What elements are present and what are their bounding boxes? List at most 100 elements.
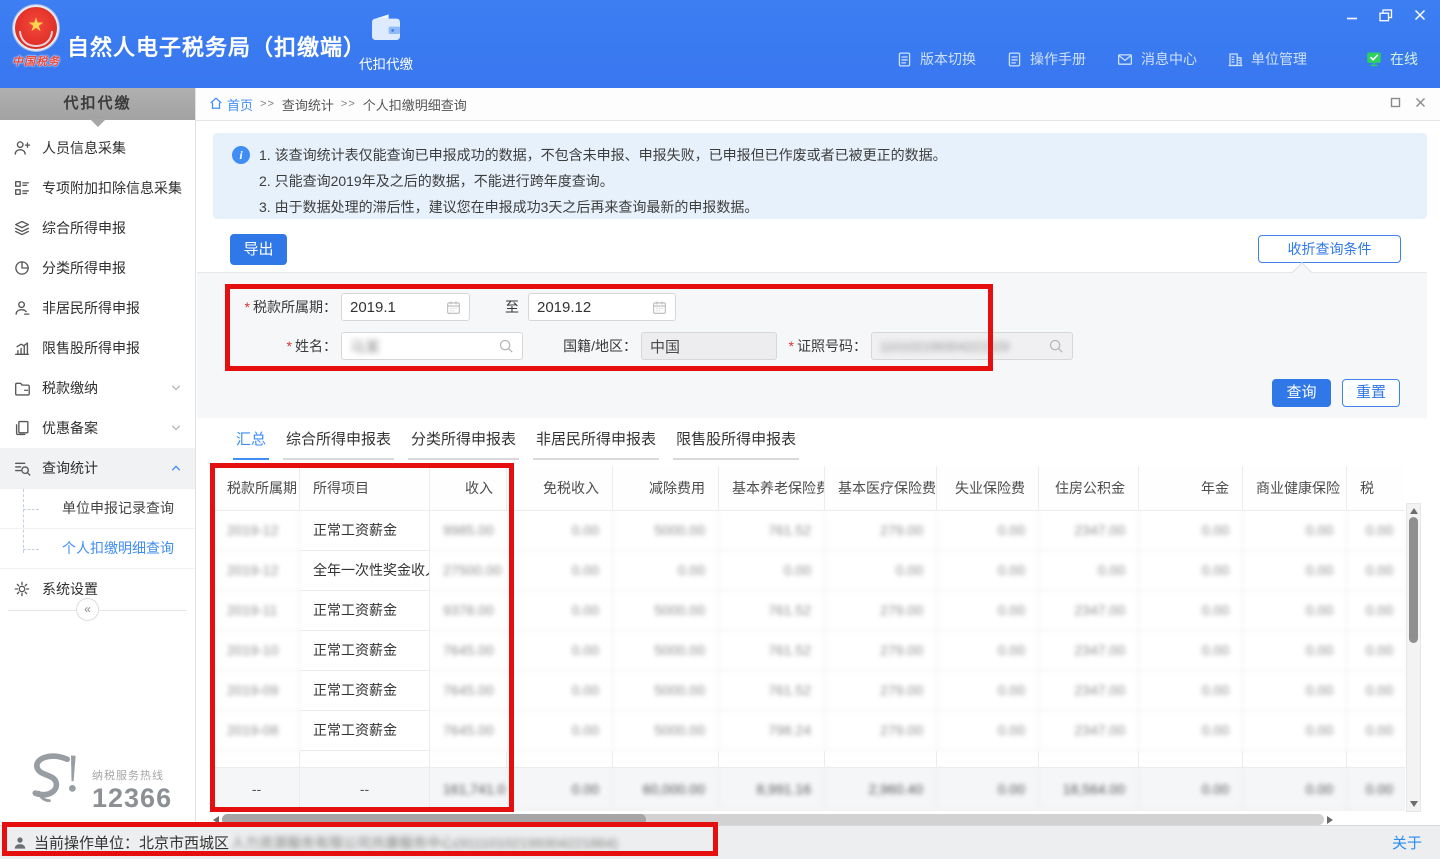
nav-item-单位管理[interactable]: 单位管理	[1227, 49, 1307, 69]
cell-value: 2347.00	[1039, 671, 1139, 711]
sidebar-item-非居民所得申报[interactable]: 非居民所得申报	[0, 288, 195, 328]
cell-value: 0.00	[937, 551, 1039, 591]
tab-分类所得申报表[interactable]: 分类所得申报表	[408, 428, 519, 460]
export-button[interactable]: 导出	[230, 234, 287, 265]
cell	[430, 751, 507, 768]
cell-value: 0.00	[1347, 671, 1405, 711]
redacted-unit-detail: 人力资源服务有限公司共康服务中心(91110102199304221864)	[231, 833, 618, 853]
table-row[interactable]: 2019-09正常工资薪金7645.000.005000.00761.52279…	[214, 671, 1405, 711]
info-icon: i	[232, 146, 250, 164]
table-body: 2019-12正常工资薪金9985.000.005000.00761.52279…	[214, 511, 1405, 811]
cell-value: 0.00	[719, 551, 825, 591]
table-row[interactable]: 2019-08正常工资薪金7645.000.005000.00798.24279…	[214, 711, 1405, 751]
column-header-减除费用: 减除费用	[613, 466, 719, 511]
summary-cell: 2,960.40	[825, 768, 937, 811]
sidebar-item-专项附加扣除信息采集[interactable]: 专项附加扣除信息采集	[0, 168, 195, 208]
sidebar-item-查询统计[interactable]: 查询统计	[0, 448, 195, 488]
search-icon	[498, 338, 514, 354]
cell-value: 5000.00	[613, 631, 719, 671]
vertical-scroll-thumb[interactable]	[1409, 517, 1418, 643]
sidebar-item-人员信息采集[interactable]: 人员信息采集	[0, 128, 195, 168]
calendar-icon	[446, 300, 461, 315]
scroll-down-arrow[interactable]	[1410, 801, 1418, 807]
notice-line: 1. 该查询统计表仅能查询已申报成功的数据，不包含未申报、申报失败，已申报但已作…	[259, 142, 947, 168]
vertical-scrollbar[interactable]	[1406, 503, 1421, 812]
cell: ..	[300, 751, 430, 768]
cell-value: 0.00	[507, 511, 613, 551]
scroll-right-arrow[interactable]	[1327, 816, 1333, 824]
results-table: 税款所属期所得项目收入免税收入减除费用基本养老保险费基本医疗保险费失业保险费住房…	[213, 466, 1405, 811]
close-button[interactable]	[1412, 8, 1428, 22]
cell-value: 9378.00	[430, 591, 507, 631]
table-row[interactable]: 2019-10正常工资薪金7645.000.005000.00761.52279…	[214, 631, 1405, 671]
doc-icon	[896, 51, 913, 68]
name-input[interactable]: 马某	[341, 332, 523, 360]
cell	[1243, 751, 1347, 768]
table-header: 税款所属期所得项目收入免税收入减除费用基本养老保险费基本医疗保险费失业保险费住房…	[214, 466, 1405, 511]
query-button[interactable]: 查询	[1272, 379, 1331, 407]
column-header-年金: 年金	[1139, 466, 1243, 511]
tab-综合所得申报表[interactable]: 综合所得申报表	[283, 428, 394, 460]
cell-value: 279.00	[825, 711, 937, 751]
nav-item-消息中心[interactable]: 消息中心	[1116, 49, 1197, 69]
name-label: *姓名：	[225, 332, 337, 360]
sidebar-subitem-单位申报记录查询[interactable]: 单位申报记录查询	[0, 489, 195, 529]
current-unit-prefix: 当前操作单位：	[34, 832, 139, 853]
pane-maximize-icon[interactable]	[1390, 97, 1401, 108]
table-row[interactable]: 2019-12全年一次性奖金收入27500.000.000.000.000.00…	[214, 551, 1405, 591]
cell-value: 0.00	[1243, 711, 1347, 751]
period-to-input[interactable]: 2019.12	[528, 293, 676, 321]
horizontal-scrollbar[interactable]	[213, 814, 1333, 825]
scroll-up-arrow[interactable]	[1410, 508, 1418, 514]
about-link[interactable]: 关于	[1392, 832, 1422, 853]
id-number-input[interactable]: 110102199304221529	[871, 332, 1073, 360]
hotline-number: 12366	[92, 783, 172, 813]
table-row[interactable]: 2019-12正常工资薪金9985.000.005000.00761.52279…	[214, 511, 1405, 551]
horizontal-scroll-thumb[interactable]	[222, 814, 646, 825]
table-row[interactable]: 2019-11正常工资薪金9378.000.005000.00761.52279…	[214, 591, 1405, 631]
tab-汇总[interactable]: 汇总	[233, 428, 269, 460]
sidebar-item-优惠备案[interactable]: 优惠备案	[0, 408, 195, 448]
sidebar-item-分类所得申报[interactable]: 分类所得申报	[0, 248, 195, 288]
cell-value: 0.00	[507, 711, 613, 751]
cell-value: 0.00	[1243, 591, 1347, 631]
tab-非居民所得申报表[interactable]: 非居民所得申报表	[533, 428, 659, 460]
chevron-down-icon	[170, 422, 182, 434]
breadcrumb-home-link[interactable]: 首页	[209, 95, 253, 114]
nav-item-操作手册[interactable]: 操作手册	[1006, 49, 1086, 69]
cell-value: 5000.00	[613, 671, 719, 711]
restore-button[interactable]	[1378, 8, 1394, 22]
reset-button[interactable]: 重置	[1342, 379, 1400, 407]
summary-cell: 0.00	[1139, 768, 1243, 811]
period-label: *税款所属期：	[225, 293, 337, 321]
collapse-query-button[interactable]: 收折查询条件	[1258, 235, 1401, 263]
user-icon	[13, 299, 32, 317]
sidebar-collapse-button[interactable]: «	[76, 598, 99, 621]
period-from-input[interactable]: 2019.1	[341, 293, 470, 321]
column-header-基本医疗保险费: 基本医疗保险费	[825, 466, 937, 511]
sidebar-item-限售股所得申报[interactable]: 限售股所得申报	[0, 328, 195, 368]
pane-close-icon[interactable]	[1415, 97, 1426, 108]
cell-income-item: 正常工资薪金	[300, 591, 430, 631]
cell-period: 2019-10	[214, 631, 300, 671]
cell-value: 27500.00	[430, 551, 507, 591]
tab-限售股所得申报表[interactable]: 限售股所得申报表	[673, 428, 799, 460]
table-row-partial[interactable]: ..	[214, 751, 1405, 768]
online-status[interactable]: 在线	[1365, 49, 1418, 69]
logo-caption: 中国税务	[8, 53, 64, 69]
sidebar-item-综合所得申报[interactable]: 综合所得申报	[0, 208, 195, 248]
layers-icon	[13, 219, 32, 237]
hotline-label: 纳税服务热线	[92, 767, 172, 783]
cell-period: 2019-12	[214, 551, 300, 591]
sidebar-item-税款缴纳[interactable]: 税款缴纳	[0, 368, 195, 408]
nav-item-版本切换[interactable]: 版本切换	[896, 49, 976, 69]
nationality-input[interactable]: 中国	[641, 332, 777, 360]
module-tab-withholding[interactable]: 代扣代缴	[344, 13, 428, 73]
cell-value: 761.52	[719, 511, 825, 551]
breadcrumb-separator: >>	[260, 98, 275, 110]
cell-value: 0.00	[507, 631, 613, 671]
minimize-button[interactable]	[1344, 8, 1360, 22]
scroll-left-arrow[interactable]	[213, 816, 219, 824]
sidebar-subitem-个人扣缴明细查询[interactable]: 个人扣缴明细查询	[0, 529, 195, 569]
column-header-税款所属期: 税款所属期	[214, 466, 300, 511]
